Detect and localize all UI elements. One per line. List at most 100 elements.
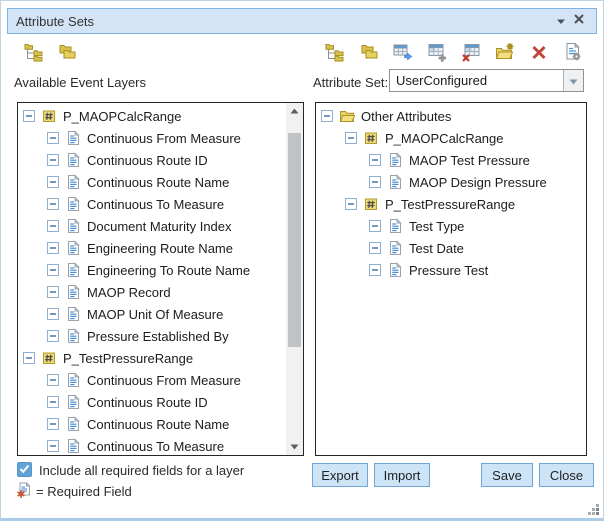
tree-item-label: MAOP Test Pressure: [409, 153, 530, 168]
scrollbar-thumb[interactable]: [288, 133, 301, 347]
event-layer-icon: [41, 350, 57, 366]
tree-item[interactable]: Continuous To Measure: [18, 193, 303, 215]
tree-item-label: Document Maturity Index: [87, 219, 232, 234]
tree-item[interactable]: Test Type: [316, 215, 586, 237]
tree-item[interactable]: Pressure Test: [316, 259, 586, 281]
window-title: Attribute Sets: [16, 14, 552, 29]
collapse-minus-box[interactable]: [47, 242, 59, 254]
field-icon: [65, 306, 81, 322]
collapse-minus-box[interactable]: [47, 132, 59, 144]
table-export-icon: [393, 42, 413, 62]
field-icon: [387, 174, 403, 190]
vertical-scrollbar[interactable]: [286, 103, 303, 455]
collapse-minus-box[interactable]: [321, 110, 333, 122]
collapse-minus-box[interactable]: [369, 176, 381, 188]
collapse-minus-box[interactable]: [47, 308, 59, 320]
document-settings-button[interactable]: [563, 42, 583, 62]
event-layer-icon: [363, 130, 379, 146]
collapse-minus-box[interactable]: [345, 132, 357, 144]
resize-grip[interactable]: [587, 503, 600, 516]
collapse-minus-box[interactable]: [369, 220, 381, 232]
tree-item[interactable]: P_MAOPCalcRange: [18, 105, 303, 127]
collapse-minus-box[interactable]: [47, 374, 59, 386]
tree-item[interactable]: Continuous Route Name: [18, 171, 303, 193]
table-delete-button[interactable]: [461, 42, 481, 62]
collapse-minus-box[interactable]: [369, 154, 381, 166]
tree-item[interactable]: Continuous Route ID: [18, 391, 303, 413]
delete-button[interactable]: [529, 42, 549, 62]
field-icon: [65, 262, 81, 278]
tree-item[interactable]: Document Maturity Index: [18, 215, 303, 237]
tree-item[interactable]: MAOP Design Pressure: [316, 171, 586, 193]
layer-tree-button[interactable]: [24, 42, 44, 62]
open-folders-button[interactable]: [359, 42, 379, 62]
collapse-minus-box[interactable]: [47, 440, 59, 452]
tree-item[interactable]: Continuous To Measure: [18, 435, 303, 456]
tree-item-label: P_TestPressureRange: [385, 197, 515, 212]
field-icon: [65, 174, 81, 190]
field-icon: [387, 240, 403, 256]
tree-item[interactable]: Continuous From Measure: [18, 369, 303, 391]
layer-tree-icon: [24, 42, 44, 62]
tree-item[interactable]: Test Date: [316, 237, 586, 259]
field-icon: [65, 284, 81, 300]
tree-item-label: Pressure Test: [409, 263, 488, 278]
tree-item-label: P_MAOPCalcRange: [385, 131, 504, 146]
attribute-set-tree: Other Attributes P_MAOPCalcRange MAOP Test…: [316, 103, 586, 281]
tree-item-label: Engineering Route Name: [87, 241, 233, 256]
tree-item[interactable]: P_TestPressureRange: [316, 193, 586, 215]
dropdown-arrow-button[interactable]: [563, 70, 583, 91]
collapse-minus-box[interactable]: [47, 286, 59, 298]
open-folders-button[interactable]: [57, 42, 77, 62]
window-menu-icon: [556, 12, 566, 30]
tree-item[interactable]: Pressure Established By: [18, 325, 303, 347]
collapse-minus-box[interactable]: [47, 330, 59, 342]
scroll-up-icon[interactable]: [286, 103, 303, 119]
table-export-button[interactable]: [393, 42, 413, 62]
collapse-minus-box[interactable]: [369, 242, 381, 254]
table-add-button[interactable]: [427, 42, 447, 62]
open-folders-icon: [57, 42, 77, 62]
attribute-set-dropdown[interactable]: UserConfigured: [389, 69, 584, 92]
tree-item-label: Continuous From Measure: [87, 131, 241, 146]
collapse-minus-box[interactable]: [345, 198, 357, 210]
collapse-minus-box[interactable]: [47, 154, 59, 166]
collapse-minus-box[interactable]: [47, 418, 59, 430]
collapse-minus-box[interactable]: [47, 396, 59, 408]
window-menu-button[interactable]: [552, 12, 570, 30]
open-folders-icon: [359, 42, 379, 62]
import-button[interactable]: Import: [374, 463, 430, 487]
tree-item-label: Other Attributes: [361, 109, 451, 124]
collapse-minus-box[interactable]: [47, 176, 59, 188]
tree-item[interactable]: MAOP Test Pressure: [316, 149, 586, 171]
tree-item[interactable]: Continuous Route ID: [18, 149, 303, 171]
close-button[interactable]: [570, 12, 588, 30]
field-icon: [65, 416, 81, 432]
close-dialog-button[interactable]: Close: [539, 463, 594, 487]
tree-item[interactable]: Continuous From Measure: [18, 127, 303, 149]
new-folder-button[interactable]: [495, 42, 515, 62]
collapse-minus-box[interactable]: [23, 352, 35, 364]
collapse-minus-box[interactable]: [23, 110, 35, 122]
scroll-down-icon[interactable]: [286, 439, 303, 455]
collapse-minus-box[interactable]: [47, 220, 59, 232]
include-required-fields-label: Include all required fields for a layer: [39, 463, 244, 478]
layer-tree-button[interactable]: [325, 42, 345, 62]
tree-item[interactable]: Other Attributes: [316, 105, 586, 127]
tree-item-label: Continuous Route Name: [87, 175, 229, 190]
tree-item[interactable]: MAOP Record: [18, 281, 303, 303]
collapse-minus-box[interactable]: [47, 264, 59, 276]
tree-item[interactable]: P_TestPressureRange: [18, 347, 303, 369]
save-button[interactable]: Save: [481, 463, 533, 487]
collapse-minus-box[interactable]: [47, 198, 59, 210]
export-button[interactable]: Export: [312, 463, 368, 487]
tree-item[interactable]: P_MAOPCalcRange: [316, 127, 586, 149]
available-layers-tree: P_MAOPCalcRangeContinuous From MeasureCo…: [18, 103, 303, 456]
tree-item[interactable]: Continuous Route Name: [18, 413, 303, 435]
tree-item[interactable]: Engineering To Route Name: [18, 259, 303, 281]
include-required-fields-checkbox[interactable]: [17, 462, 32, 477]
tree-item[interactable]: Engineering Route Name: [18, 237, 303, 259]
tree-item[interactable]: MAOP Unit Of Measure: [18, 303, 303, 325]
close-icon: [573, 12, 585, 30]
collapse-minus-box[interactable]: [369, 264, 381, 276]
